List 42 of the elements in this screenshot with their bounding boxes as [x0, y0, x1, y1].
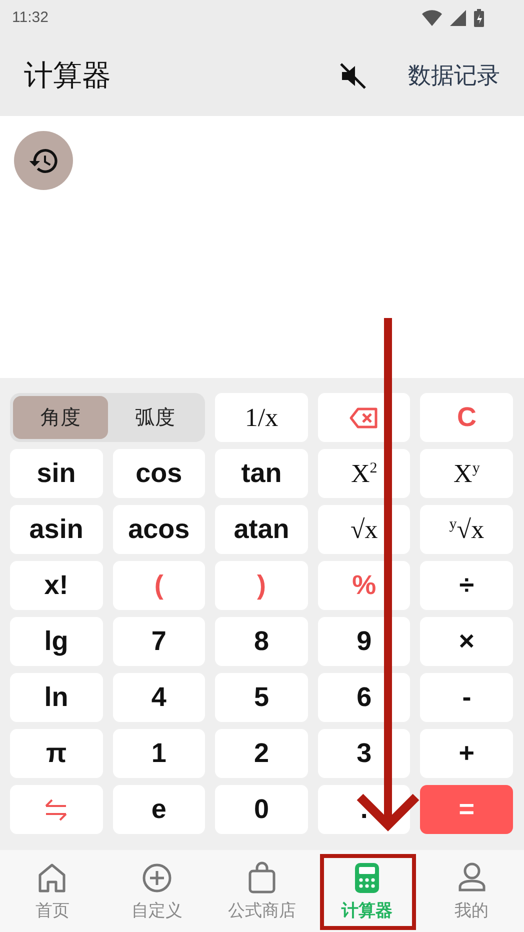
calculator-key[interactable]: 6: [318, 673, 410, 722]
calculator-key[interactable]: 0: [215, 785, 308, 834]
calculator-key[interactable]: 1: [112, 729, 206, 778]
calculator-key[interactable]: 1/x: [215, 393, 308, 442]
data-log-link[interactable]: 数据记录: [408, 60, 500, 91]
calculator-key[interactable]: tan: [215, 449, 308, 498]
status-time: 11:32: [12, 9, 48, 26]
calculator-key[interactable]: $^{y}$√x: [420, 505, 513, 554]
calculator-key[interactable]: lg: [10, 617, 103, 666]
calculator-key[interactable]: 5: [215, 673, 308, 722]
calculator-key[interactable]: X$^{2}$: [318, 449, 410, 498]
calculator-key[interactable]: 3: [318, 729, 410, 778]
calculator-key[interactable]: asin: [10, 505, 103, 554]
calculator-key[interactable]: +: [420, 729, 513, 778]
calculator-key[interactable]: ln: [10, 673, 103, 722]
calculator-key[interactable]: 8: [215, 617, 308, 666]
calculator-key[interactable]: -: [420, 673, 513, 722]
calculator-key[interactable]: √x: [318, 505, 410, 554]
wifi-icon: [422, 10, 442, 26]
battery-icon: [474, 8, 484, 26]
calculator-key[interactable]: x!: [10, 561, 103, 610]
mute-icon[interactable]: [338, 60, 368, 90]
calculator-key[interactable]: 9: [318, 617, 410, 666]
angle-mode-option[interactable]: 角度: [13, 396, 108, 439]
calculator-key[interactable]: 4: [112, 673, 206, 722]
backspace-icon: [349, 406, 380, 428]
calculator-key[interactable]: atan: [215, 505, 308, 554]
calculator-key[interactable]: ×: [420, 617, 513, 666]
calculator-key[interactable]: cos: [112, 449, 206, 498]
calculator-key[interactable]: sin: [10, 449, 103, 498]
calculator-key[interactable]: 2: [215, 729, 308, 778]
calculator-key[interactable]: ÷: [420, 561, 513, 610]
calculator-key[interactable]: [318, 393, 410, 442]
angle-mode-option[interactable]: 弧度: [108, 396, 202, 439]
calculator-key[interactable]: π: [10, 729, 103, 778]
calculator-key[interactable]: [10, 785, 103, 834]
calculator-key[interactable]: X$^{y}$: [420, 449, 513, 498]
signal-icon: [450, 10, 466, 26]
page-title: 计算器: [24, 58, 112, 94]
calculator-key[interactable]: 7: [112, 617, 206, 666]
calculator-key[interactable]: e: [112, 785, 206, 834]
calculator-key[interactable]: acos: [112, 505, 206, 554]
